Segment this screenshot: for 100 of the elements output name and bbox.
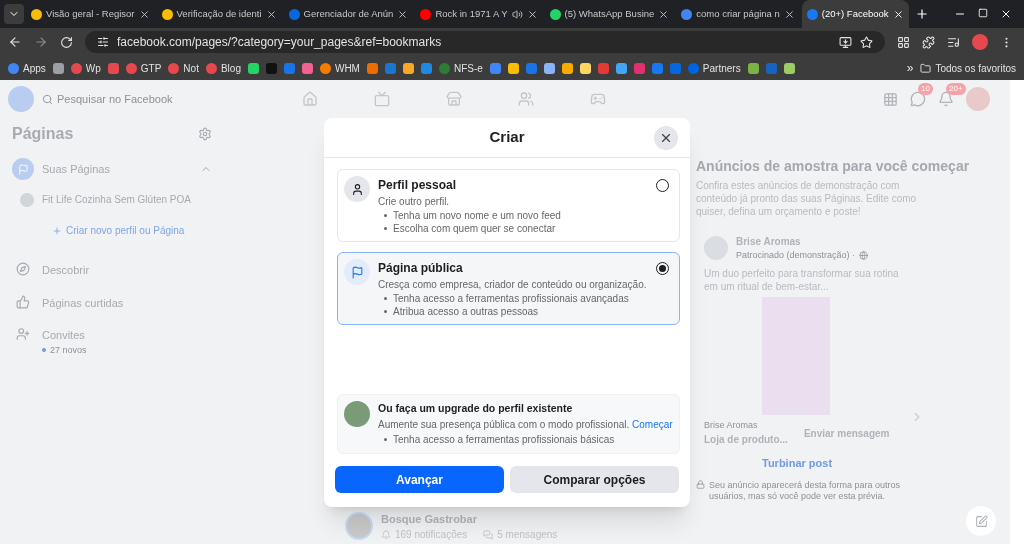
browser-tab[interactable]: (5) WhatsApp Busine	[544, 0, 675, 28]
browser-tab[interactable]: (20+) Facebook	[801, 0, 909, 28]
bookmark-icon[interactable]	[301, 62, 313, 74]
bookmark-link[interactable]: Apps	[8, 60, 46, 76]
bookmark-link[interactable]: GTP	[125, 60, 162, 76]
all-bookmarks-link[interactable]: Todos os favoritos	[920, 60, 1016, 76]
profile-avatar[interactable]	[972, 34, 988, 50]
item-label: Descobrir	[42, 263, 90, 278]
page-avatar	[345, 512, 373, 541]
dialog-title: Criar	[489, 127, 525, 148]
start-link[interactable]: Começar	[632, 419, 673, 430]
page-name: Bosque Gastrobar	[381, 511, 478, 527]
browser-tab[interactable]: Visão geral - Regisor	[26, 0, 155, 28]
tab-title: como criar página n	[696, 6, 780, 21]
bookmark-link[interactable]: WHM	[319, 60, 360, 76]
add-person-icon	[16, 327, 30, 341]
bookmark-link[interactable]: Not	[168, 60, 199, 76]
tab-title: (5) WhatsApp Busine	[564, 6, 655, 21]
close-icon[interactable]	[138, 8, 150, 20]
address-field[interactable]: facebook.com/pages/?category=your_pages&ref=bookmarks	[85, 31, 885, 53]
forward-icon[interactable]	[34, 35, 48, 49]
compare-button[interactable]: Comparar opções	[510, 466, 679, 493]
option-subtitle: Cresça como empresa, criador de conteúdo ou organização.	[378, 278, 648, 292]
browser-tab[interactable]: Gerenciador de Anún	[283, 0, 414, 28]
tab-title: Verificação de identi	[176, 6, 262, 21]
reload-icon[interactable]	[60, 35, 73, 49]
tab-title: Visão geral - Regisor	[46, 6, 135, 21]
tab-list-button[interactable]	[4, 4, 24, 24]
url-text: facebook.com/pages/?category=your_pages&ref=bookmarks	[117, 34, 443, 51]
globe-icon	[859, 251, 869, 261]
count-badge: 20+	[946, 83, 966, 95]
close-icon[interactable]	[265, 8, 277, 20]
bookmark-icon[interactable]	[507, 62, 519, 74]
close-icon[interactable]	[892, 8, 904, 20]
scrollbar[interactable]	[1010, 80, 1024, 544]
compass-icon	[16, 262, 30, 276]
lock-icon	[696, 479, 705, 489]
speaker-icon[interactable]	[511, 8, 523, 20]
bookmark-link[interactable]: Blog	[205, 60, 241, 76]
close-icon[interactable]	[526, 8, 538, 20]
sponsored-label: Patrocinado (demonstração) ·	[736, 249, 869, 263]
browser-tab[interactable]: Rock in 1971 A Y	[415, 0, 543, 28]
search-icon	[42, 93, 53, 105]
plus-icon	[52, 225, 62, 236]
bullet-icon	[384, 227, 387, 230]
restore-icon[interactable]	[978, 8, 988, 18]
bookmark-icon[interactable]	[52, 62, 64, 74]
option-bullet: Tenha acesso a ferramentas profissionais avançadas	[393, 292, 629, 305]
chat-icon	[483, 529, 494, 540]
bell-icon	[381, 529, 391, 540]
bookmark-star-icon[interactable]	[860, 35, 873, 49]
upgrade-text: Aumente sua presença pública com o modo profissional. Começar	[378, 418, 673, 432]
option-bullet: Escolha com quem quer se conectar	[393, 222, 556, 235]
bookmark-icon[interactable]	[543, 62, 555, 74]
browser-tab[interactable]: Verificação de identi	[156, 0, 282, 28]
back-icon[interactable]	[8, 35, 22, 49]
item-label: Convites	[42, 328, 86, 343]
ads-heading: Anúncios de amostra para você começar	[696, 158, 971, 175]
next-button[interactable]: Avançar	[335, 466, 504, 493]
bullet-icon	[384, 297, 387, 300]
page-avatar	[20, 192, 34, 207]
tab-title: Rock in 1971 A Y	[435, 6, 508, 21]
bookmark-icon[interactable]	[615, 62, 627, 74]
user-icon	[344, 176, 370, 202]
option-title: Página pública	[378, 260, 464, 277]
site-settings-icon[interactable]	[97, 36, 109, 48]
option-subtitle: Crie outro perfil.	[378, 195, 451, 209]
close-button[interactable]	[654, 125, 678, 150]
extensions-icon[interactable]	[922, 35, 935, 49]
bookmark-icon[interactable]	[247, 62, 259, 74]
link-title: Loja de produto...	[704, 433, 788, 447]
flag-icon	[12, 158, 34, 180]
option-card[interactable]: Página pública Cresça como empresa, criador de conteúdo ou organização. Tenha acesso a ferramentas profissionais avançadas Atribua acesso a outras pessoas	[337, 252, 680, 325]
extension-icon[interactable]	[897, 35, 910, 49]
bookmark-link[interactable]: Wp	[70, 60, 101, 76]
new-tab-icon[interactable]	[914, 7, 929, 21]
close-icon[interactable]	[1000, 8, 1012, 20]
tab-title: Gerenciador de Anún	[303, 6, 394, 21]
bookmark-icon[interactable]	[783, 62, 795, 74]
more-bookmarks-button[interactable]: »	[906, 59, 914, 77]
close-icon[interactable]	[783, 8, 795, 20]
option-title: Perfil pessoal	[378, 177, 458, 194]
browser-tab[interactable]: como criar página n	[676, 0, 800, 28]
bookmark-link[interactable]: Partners	[687, 60, 741, 76]
bookmark-icon[interactable]	[579, 62, 591, 74]
bookmark-icon[interactable]	[366, 62, 378, 74]
bookmark-icon[interactable]	[402, 62, 414, 74]
profile-avatar	[344, 401, 370, 428]
bookmark-icon[interactable]	[747, 62, 759, 74]
option-card[interactable]: Perfil pessoal Crie outro perfil. Tenha um novo nome e um novo feed Escolha com quem quer se conectar	[337, 169, 680, 242]
close-icon[interactable]	[397, 8, 409, 20]
advertiser-name: Brise Aromas	[736, 235, 802, 249]
preview-note: Seu anúncio aparecerá desta forma para outros usuários, mas só você pode ver esta prévia.	[709, 479, 902, 502]
close-icon[interactable]	[658, 8, 670, 20]
install-icon[interactable]	[839, 35, 852, 49]
bookmark-icon[interactable]	[561, 62, 573, 74]
bookmark-link[interactable]: NFS-e	[438, 60, 483, 76]
bullet-icon	[384, 310, 387, 313]
media-icon[interactable]	[947, 35, 960, 49]
folder-icon	[920, 62, 932, 74]
